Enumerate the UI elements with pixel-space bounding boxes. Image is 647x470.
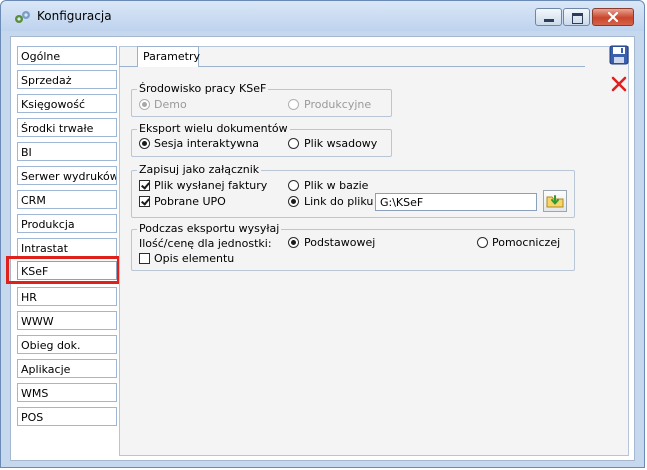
sidebar-item-hr[interactable]: HR — [17, 287, 117, 306]
qty-label: Ilość/cenę dla jednostki: — [139, 237, 272, 250]
red-x-icon — [611, 76, 627, 92]
radio-link-do-pliku-label: Link do pliku — [304, 195, 374, 208]
sidebar-item-obieg-dok[interactable]: Obieg dok. — [17, 335, 117, 354]
group-srodowisko-label: Środowisko pracy KSeF — [137, 82, 269, 95]
check-opis-elementu[interactable] — [139, 253, 150, 264]
radio-pomocniczej-label: Pomocniczej — [492, 236, 561, 249]
sidebar-item-produkcja[interactable]: Produkcja — [17, 214, 117, 233]
sidebar-item-aplikacje[interactable]: Aplikacje — [17, 359, 117, 378]
radio-produkcyjne[interactable] — [288, 99, 299, 110]
sidebar-item-intrastat[interactable]: Intrastat — [17, 238, 117, 257]
sidebar-item-crm[interactable]: CRM — [17, 190, 117, 209]
sidebar-item-pos[interactable]: POS — [17, 407, 117, 426]
radio-plik-wsadowy-label: Plik wsadowy — [304, 137, 378, 150]
sidebar-item-serwer-wydrukow[interactable]: Serwer wydruków — [17, 166, 117, 185]
radio-link-do-pliku[interactable] — [288, 196, 299, 207]
check-pobrane-upo[interactable] — [139, 196, 150, 207]
radio-sesja-interaktywna[interactable] — [139, 138, 150, 149]
group-eksport-label: Eksport wielu dokumentów — [137, 122, 290, 135]
check-plik-wyslanej-faktury-label: Plik wysłanej faktury — [154, 179, 268, 192]
radio-pomocniczej[interactable] — [477, 237, 488, 248]
sidebar-item-bi[interactable]: BI — [17, 142, 117, 161]
sidebar-item-www[interactable]: WWW — [17, 311, 117, 330]
radio-sesja-interaktywna-label: Sesja interaktywna — [154, 137, 260, 150]
radio-plik-w-bazie-label: Plik w bazie — [304, 179, 369, 192]
gears-icon — [15, 11, 30, 23]
tab-parametry[interactable]: Parametry — [137, 46, 200, 67]
sidebar-item-wms[interactable]: WMS — [17, 383, 117, 402]
close-icon — [607, 11, 619, 23]
sidebar-item-ksiegowosc[interactable]: Księgowość — [17, 94, 117, 113]
minimize-button[interactable] — [535, 8, 562, 26]
save-button[interactable] — [608, 44, 630, 66]
check-opis-elementu-label: Opis elementu — [154, 252, 235, 265]
check-plik-wyslanej-faktury[interactable] — [139, 180, 150, 191]
path-input[interactable]: G:\KSeF — [375, 193, 537, 211]
sidebar-item-ogolne[interactable]: Ogólne — [17, 46, 117, 65]
radio-podstawowej-label: Podstawowej — [304, 236, 376, 249]
floppy-disk-icon — [609, 45, 629, 65]
radio-plik-wsadowy[interactable] — [288, 138, 299, 149]
sidebar-item-srodki-trwale[interactable]: Środki trwałe — [17, 118, 117, 137]
browse-button[interactable] — [543, 190, 567, 212]
radio-plik-w-bazie[interactable] — [288, 180, 299, 191]
folder-arrow-icon — [546, 195, 564, 208]
group-zalacznik-label: Zapisuj jako załącznik — [137, 163, 262, 176]
radio-demo[interactable] — [139, 99, 150, 110]
maximize-button[interactable] — [563, 8, 590, 26]
cancel-button[interactable] — [608, 73, 630, 95]
radio-podstawowej[interactable] — [288, 237, 299, 248]
window-title: Konfiguracja — [37, 9, 112, 23]
radio-demo-label: Demo — [154, 98, 187, 111]
close-button[interactable] — [592, 8, 634, 26]
title-bar[interactable]: Konfiguracja — [1, 1, 644, 31]
check-pobrane-upo-label: Pobrane UPO — [154, 195, 226, 208]
selection-highlight — [6, 256, 120, 284]
group-podczas-label: Podczas eksportu wysyłaj — [137, 222, 282, 235]
sidebar-item-sprzedaz[interactable]: Sprzedaż — [17, 70, 117, 89]
radio-produkcyjne-label: Produkcyjne — [304, 98, 372, 111]
